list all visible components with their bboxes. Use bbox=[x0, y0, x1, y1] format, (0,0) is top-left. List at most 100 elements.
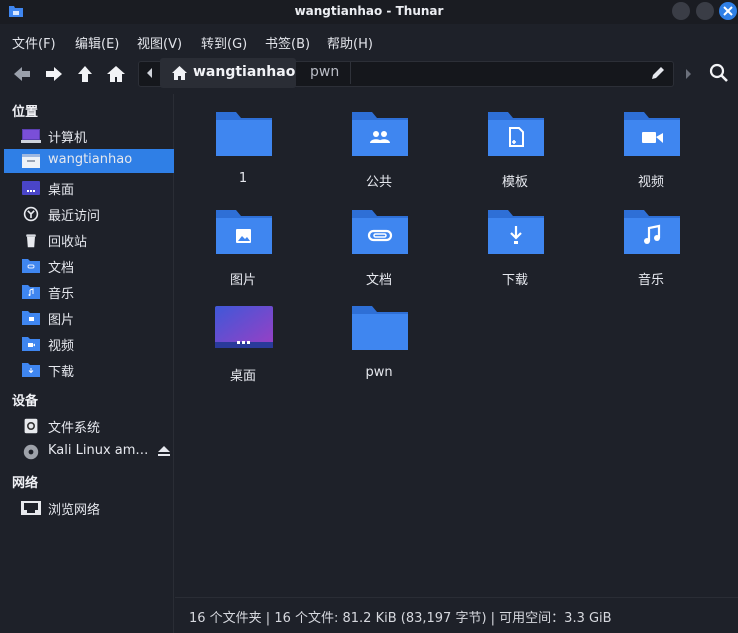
sidebar-item-label: 图片 bbox=[48, 313, 75, 328]
back-button[interactable] bbox=[10, 62, 34, 86]
drive-icon bbox=[24, 418, 38, 434]
close-button[interactable] bbox=[719, 2, 737, 20]
sidebar-item-label: 桌面 bbox=[48, 183, 75, 198]
sidebar-item-label: 音乐 bbox=[48, 287, 75, 302]
folder-icon bbox=[352, 306, 408, 350]
file-name: 1 bbox=[238, 171, 248, 186]
sidebar-item-videos[interactable]: 视频 bbox=[4, 332, 174, 356]
file-view: 1 公共 模板 视频 图片 文档 下载 音乐 桌面 pwn bbox=[175, 94, 738, 597]
arrow-left-icon bbox=[14, 67, 30, 81]
pencil-icon[interactable] bbox=[650, 65, 666, 81]
title-bar: wangtianhao - Thunar bbox=[0, 0, 738, 24]
maximize-button[interactable] bbox=[696, 2, 714, 20]
file-item-1[interactable]: 1 bbox=[183, 110, 303, 200]
search-icon[interactable] bbox=[709, 63, 729, 83]
breadcrumb-pwn-label: pwn bbox=[310, 64, 340, 80]
home-icon bbox=[107, 66, 125, 82]
file-name: 音乐 bbox=[637, 273, 664, 288]
menu-help[interactable]: 帮助(H) bbox=[327, 33, 373, 52]
menu-file[interactable]: 文件(F) bbox=[12, 33, 56, 52]
file-item-videos[interactable]: 视频 bbox=[591, 110, 711, 200]
file-name: 桌面 bbox=[229, 369, 256, 384]
file-name: 图片 bbox=[229, 273, 256, 288]
menu-view[interactable]: 视图(V) bbox=[137, 33, 182, 52]
sidebar-item-pictures[interactable]: 图片 bbox=[4, 306, 174, 330]
public-folder-icon bbox=[352, 112, 408, 156]
chevron-left-icon[interactable] bbox=[142, 62, 158, 84]
desktop-icon bbox=[22, 181, 40, 195]
sidebar-item-label: 计算机 bbox=[48, 131, 88, 146]
documents-folder-icon bbox=[352, 210, 408, 254]
minimize-button[interactable] bbox=[672, 2, 690, 20]
optical-disc-icon bbox=[23, 444, 39, 460]
videos-folder-icon bbox=[624, 112, 680, 156]
chevron-right-icon[interactable] bbox=[682, 64, 694, 84]
folder-icon bbox=[216, 112, 272, 156]
recent-icon bbox=[23, 206, 39, 222]
sidebar-item-downloads[interactable]: 下载 bbox=[4, 358, 174, 382]
eject-icon[interactable] bbox=[158, 446, 170, 456]
file-item-templates[interactable]: 模板 bbox=[455, 110, 575, 200]
file-item-music[interactable]: 音乐 bbox=[591, 208, 711, 298]
home-icon bbox=[172, 66, 187, 80]
sidebar-item-recent[interactable]: 最近访问 bbox=[4, 202, 174, 226]
toolbar bbox=[0, 56, 738, 92]
arrow-right-icon bbox=[46, 67, 62, 81]
file-item-pwn[interactable]: pwn bbox=[319, 304, 439, 394]
sidebar-item-label: 下载 bbox=[48, 365, 75, 380]
sidebar-item-label: 最近访问 bbox=[48, 209, 101, 224]
breadcrumb-pwn[interactable]: pwn bbox=[300, 62, 351, 84]
network-heading: 网络 bbox=[12, 476, 39, 491]
close-icon bbox=[723, 6, 733, 16]
file-name: 模板 bbox=[501, 175, 528, 190]
menu-go[interactable]: 转到(G) bbox=[201, 33, 247, 52]
sidebar-item-documents[interactable]: 文档 bbox=[4, 254, 174, 278]
pictures-folder-icon bbox=[216, 210, 272, 254]
menu-bookmarks[interactable]: 书签(B) bbox=[265, 33, 310, 52]
file-item-documents[interactable]: 文档 bbox=[319, 208, 439, 298]
videos-folder-icon bbox=[22, 337, 40, 351]
sidebar-item-kali-disc[interactable]: Kali Linux am… bbox=[4, 440, 174, 464]
pictures-folder-icon bbox=[22, 311, 40, 325]
sidebar-item-trash[interactable]: 回收站 bbox=[4, 228, 174, 252]
templates-folder-icon bbox=[488, 112, 544, 156]
file-item-pictures[interactable]: 图片 bbox=[183, 208, 303, 298]
file-name: 文档 bbox=[365, 273, 392, 288]
up-button[interactable] bbox=[73, 62, 97, 86]
sidebar-item-label: Kali Linux am… bbox=[48, 443, 149, 458]
devices-heading: 设备 bbox=[12, 394, 39, 409]
documents-folder-icon bbox=[22, 259, 40, 273]
music-folder-icon bbox=[624, 210, 680, 254]
window-title: wangtianhao - Thunar bbox=[294, 4, 444, 18]
file-item-downloads[interactable]: 下载 bbox=[455, 208, 575, 298]
sidebar-item-desktop[interactable]: 桌面 bbox=[4, 176, 174, 200]
sidebar-item-label: 文件系统 bbox=[48, 421, 101, 436]
file-name: 公共 bbox=[365, 175, 392, 190]
file-name: pwn bbox=[365, 365, 393, 380]
home-folder-icon bbox=[22, 154, 40, 168]
sidebar-item-filesystem[interactable]: 文件系统 bbox=[4, 414, 174, 438]
sidebar-item-computer[interactable]: 计算机 bbox=[4, 124, 174, 148]
sidebar-item-label: 浏览网络 bbox=[48, 503, 101, 518]
places-heading: 位置 bbox=[12, 105, 39, 120]
file-item-desktop[interactable]: 桌面 bbox=[183, 304, 303, 394]
status-text: 16 个文件夹 | 16 个文件: 81.2 KiB (83,197 字节) |… bbox=[189, 611, 612, 626]
forward-button[interactable] bbox=[42, 62, 66, 86]
sidebar: 位置 计算机 wangtianhao 桌面 最近访问 回收站 文档 音乐 图片 … bbox=[0, 94, 174, 633]
file-item-public[interactable]: 公共 bbox=[319, 110, 439, 200]
breadcrumb-home[interactable]: wangtianhao bbox=[160, 58, 296, 88]
file-name: 视频 bbox=[637, 175, 664, 190]
status-bar: 16 个文件夹 | 16 个文件: 81.2 KiB (83,197 字节) |… bbox=[175, 597, 738, 633]
trash-icon bbox=[26, 234, 36, 248]
computer-icon bbox=[21, 129, 41, 143]
sidebar-item-home[interactable]: wangtianhao bbox=[4, 149, 174, 173]
menu-edit[interactable]: 编辑(E) bbox=[75, 33, 119, 52]
menu-bar: 文件(F) 编辑(E) 视图(V) 转到(G) 书签(B) 帮助(H) bbox=[0, 28, 738, 52]
file-name: 下载 bbox=[501, 273, 528, 288]
network-icon bbox=[21, 501, 41, 515]
sidebar-item-browse-network[interactable]: 浏览网络 bbox=[4, 496, 174, 520]
arrow-up-icon bbox=[78, 66, 92, 82]
downloads-folder-icon bbox=[22, 363, 40, 377]
sidebar-item-music[interactable]: 音乐 bbox=[4, 280, 174, 304]
home-button[interactable] bbox=[104, 62, 128, 86]
